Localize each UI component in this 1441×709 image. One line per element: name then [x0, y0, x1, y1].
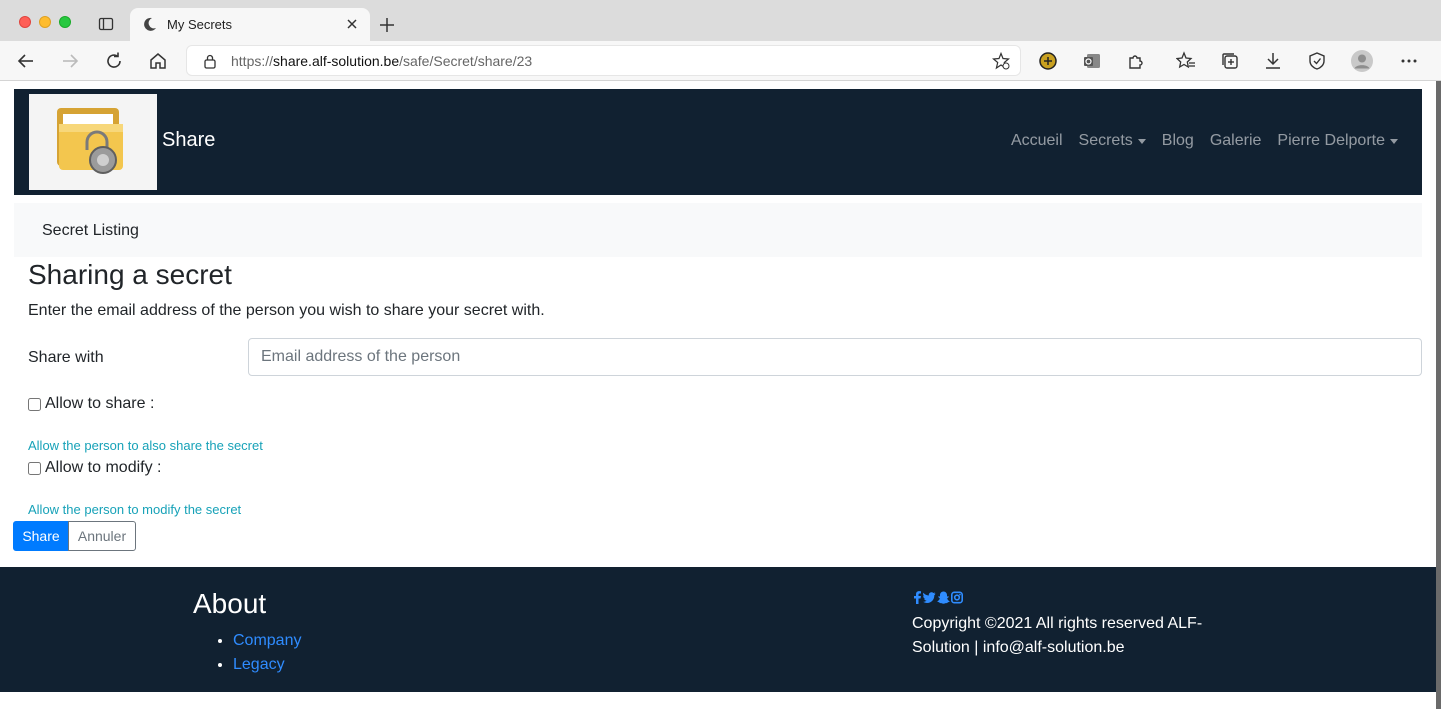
breadcrumb-secret-listing[interactable]: Secret Listing — [42, 222, 139, 240]
allow-share-help: Allow the person to also share the secre… — [28, 438, 263, 453]
page-bottom-spacer — [0, 692, 1436, 709]
nav-item-label: Secrets — [1078, 132, 1133, 149]
nav-item-label: Galerie — [1209, 132, 1262, 149]
dropdown-caret-icon — [1137, 138, 1146, 144]
nav-item-label: Blog — [1161, 132, 1194, 149]
moon-favicon-icon — [144, 17, 156, 31]
add-favorite-icon[interactable] — [992, 52, 1010, 70]
footer-links: Company Legacy — [233, 629, 301, 677]
page-viewport: Share Accueil Secrets Blog Galerie Pierr… — [0, 81, 1436, 709]
allow-modify-help: Allow the person to modify the secret — [28, 502, 242, 517]
folder-lock-icon — [57, 108, 123, 174]
nav-item-label: Accueil — [1010, 132, 1063, 149]
allow-share-row: Allow to share : — [28, 395, 154, 413]
allow-share-checkbox[interactable] — [28, 397, 41, 411]
url-path: /safe/Secret/share/23 — [399, 53, 533, 69]
url-host: share.alf-solution.be — [273, 53, 400, 69]
browser-tab-bar: My Secrets — [0, 0, 1441, 41]
tab-close-icon[interactable] — [344, 16, 360, 32]
email-input[interactable] — [248, 338, 1422, 376]
outlook-extension-icon[interactable] — [1082, 51, 1102, 71]
site-navbar: Share Accueil Secrets Blog Galerie Pierr… — [14, 89, 1422, 195]
snapchat-icon[interactable] — [937, 591, 950, 604]
new-tab-icon[interactable] — [378, 16, 396, 34]
back-arrow-icon[interactable] — [16, 51, 36, 71]
nav-item-accueil[interactable]: Accueil — [1011, 132, 1063, 150]
footer-link-company[interactable]: Company — [233, 632, 301, 649]
nav-item-label: Pierre Delporte — [1277, 132, 1385, 149]
forward-arrow-icon[interactable] — [60, 51, 80, 71]
navbar-links: Accueil Secrets Blog Galerie Pierre Delp… — [1011, 132, 1398, 150]
lock-icon[interactable] — [202, 53, 218, 69]
extensions-puzzle-icon[interactable] — [1126, 51, 1146, 71]
url-prefix: https:// — [231, 53, 274, 69]
allow-share-label: Allow to share : — [45, 395, 155, 412]
form-description: Enter the email address of the person yo… — [28, 302, 545, 319]
extension-badge-icon[interactable] — [1038, 51, 1058, 71]
window-edge — [1436, 81, 1441, 709]
breadcrumb: Secret Listing — [14, 203, 1422, 257]
site-logo[interactable] — [29, 94, 157, 190]
nav-item-blog[interactable]: Blog — [1162, 132, 1194, 150]
reload-icon[interactable] — [104, 51, 124, 71]
nav-item-secrets[interactable]: Secrets — [1079, 132, 1146, 150]
allow-modify-row: Allow to modify : — [28, 459, 161, 477]
instagram-icon[interactable] — [951, 591, 963, 604]
maximize-window-button[interactable] — [59, 16, 71, 28]
dropdown-caret-icon — [1390, 138, 1398, 144]
twitter-icon[interactable] — [923, 591, 936, 604]
copyright-text: Copyright ©2021 All rights reserved ALF-… — [912, 615, 1203, 656]
share-with-label: Share with — [28, 349, 104, 366]
allow-modify-label: Allow to modify : — [45, 459, 162, 476]
facebook-icon[interactable] — [912, 591, 922, 604]
nav-item-galerie[interactable]: Galerie — [1210, 132, 1262, 150]
footer-link-item: Legacy — [233, 653, 301, 677]
site-footer: About Company Legacy Copyright ©2021 All… — [0, 567, 1436, 692]
page-title: Sharing a secret — [28, 259, 232, 290]
favorites-icon[interactable] — [1176, 51, 1196, 71]
close-window-button[interactable] — [19, 16, 31, 28]
footer-heading: About — [193, 588, 267, 619]
social-icons — [912, 591, 963, 604]
navbar-brand[interactable]: Share — [162, 129, 215, 152]
downloads-icon[interactable] — [1263, 51, 1283, 71]
footer-link-legacy[interactable]: Legacy — [233, 656, 285, 673]
tab-actions-icon[interactable] — [98, 16, 114, 32]
share-button[interactable]: Share — [13, 521, 69, 551]
profile-avatar-icon[interactable] — [1350, 49, 1374, 73]
url-text: https://share.alf-solution.be/safe/Secre… — [231, 53, 532, 69]
allow-modify-checkbox[interactable] — [28, 461, 41, 475]
nav-item-user-menu[interactable]: Pierre Delporte — [1277, 132, 1398, 150]
browser-toolbar: https://share.alf-solution.be/safe/Secre… — [0, 41, 1441, 81]
tab-title: My Secrets — [167, 17, 233, 32]
browser-tab-active[interactable]: My Secrets — [130, 8, 370, 41]
address-bar[interactable]: https://share.alf-solution.be/safe/Secre… — [186, 45, 1021, 76]
minimize-window-button[interactable] — [39, 16, 51, 28]
browser-essentials-icon[interactable] — [1307, 51, 1327, 71]
collections-icon[interactable] — [1220, 51, 1240, 71]
more-options-icon[interactable] — [1399, 51, 1419, 71]
home-icon[interactable] — [148, 51, 168, 71]
cancel-button[interactable]: Annuler — [68, 521, 136, 551]
footer-link-item: Company — [233, 629, 301, 653]
